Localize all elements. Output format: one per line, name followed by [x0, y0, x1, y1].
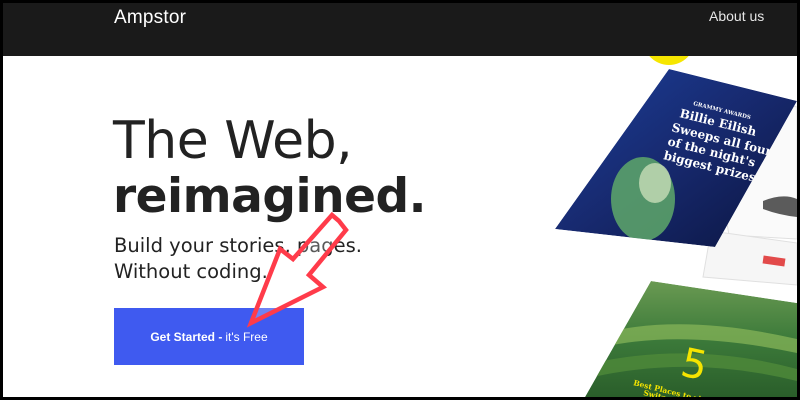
hero-headline-line2: reimagined. — [113, 169, 426, 224]
cta-label-bold: Get Started - — [150, 329, 223, 344]
travel-story-card: 5 Best Places to visit in Switzerland — [585, 281, 797, 397]
page-frame: GRAMMY AWARDS Billie Eilish Sweeps all f… — [3, 3, 797, 397]
get-started-button[interactable]: Get Started - it's Free — [114, 308, 304, 365]
hero-headline-line1: The Web, — [113, 111, 353, 171]
top-navbar: Ampstor About us — [3, 3, 797, 56]
cta-label-free: it's Free — [225, 329, 268, 344]
subheading-line2: Without coding. — [114, 260, 268, 283]
brand-logo[interactable]: Ampstor — [114, 7, 186, 29]
subheading-line1: Build your stories, pages. — [114, 234, 362, 257]
hero-subheading: Build your stories, pages. Without codin… — [114, 233, 362, 285]
about-us-link[interactable]: About us — [709, 8, 764, 24]
